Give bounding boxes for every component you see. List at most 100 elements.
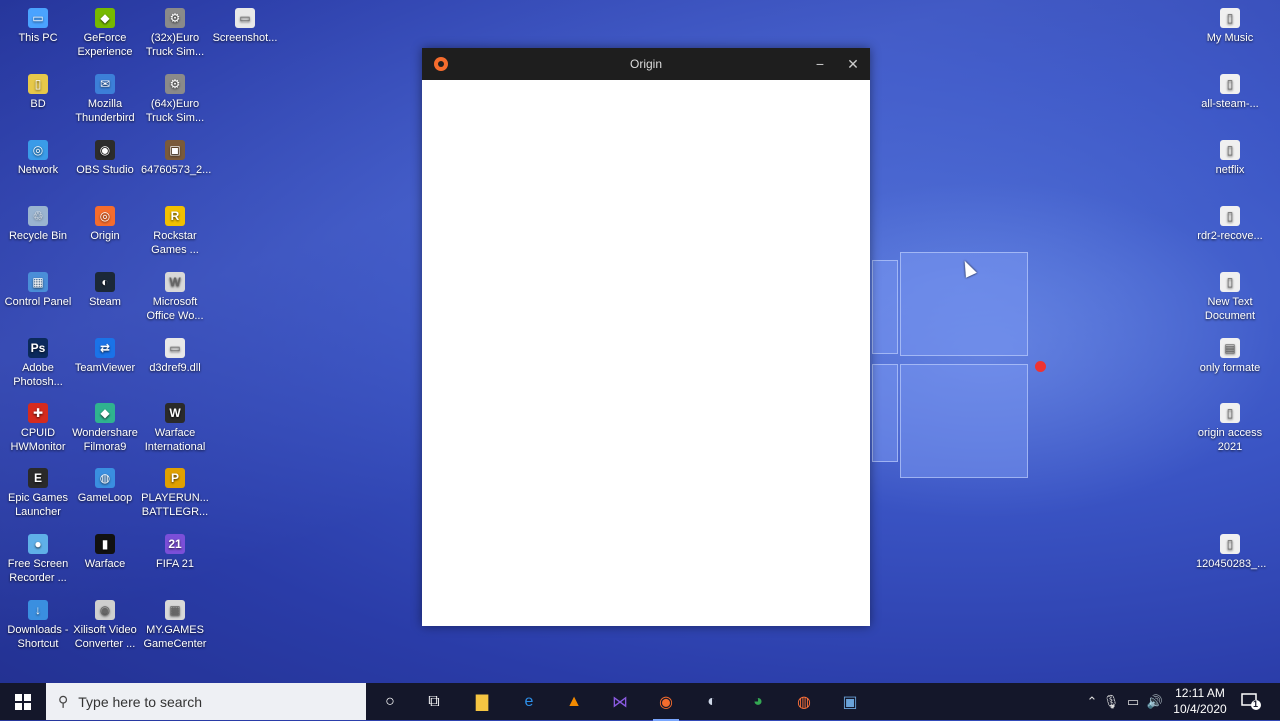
- recording-indicator-icon: [1035, 361, 1046, 372]
- desktop-icon-label: Adobe Photosh...: [13, 362, 63, 388]
- desktop-icon[interactable]: ◐ Steam: [71, 272, 139, 309]
- desktop-icon[interactable]: W Warface International: [141, 403, 209, 454]
- taskbar-task-view-icon[interactable]: ⧉: [421, 689, 447, 715]
- desktop-icon[interactable]: ▭ d3dref9.dll: [141, 338, 209, 375]
- app-icon: ●: [28, 534, 48, 554]
- taskbar-vlc-icon[interactable]: ▲: [561, 689, 587, 715]
- desktop-icon[interactable]: ▤ only formate: [1196, 338, 1264, 375]
- desktop-icon[interactable]: ◆ Wondershare Filmora9: [71, 403, 139, 454]
- notification-count: 1: [1253, 699, 1259, 709]
- desktop-icon[interactable]: ▯ 120450283_...: [1196, 534, 1266, 571]
- system-tray: ⌃ 🎙 ▭ 🔊: [1084, 683, 1166, 720]
- taskbar-file-explorer-icon[interactable]: ▇: [469, 689, 495, 715]
- microphone-icon[interactable]: 🎙: [1100, 694, 1122, 710]
- desktop-icon-label: Mozilla Thunderbird: [75, 98, 135, 124]
- desktop-icon[interactable]: ⚙ (32x)Euro Truck Sim...: [141, 8, 209, 59]
- window-title: Origin: [629, 57, 662, 71]
- desktop-icon[interactable]: ▯ origin access 2021: [1196, 403, 1264, 454]
- taskbar-origin-icon[interactable]: ◉: [653, 689, 679, 721]
- chevron-up-icon[interactable]: ⌃: [1084, 694, 1100, 710]
- desktop-icon-label: Steam: [89, 296, 121, 308]
- app-icon: P: [165, 468, 185, 488]
- desktop-icon[interactable]: ◉ Xilisoft Video Converter ...: [71, 600, 139, 651]
- desktop-icon-label: CPUID HWMonitor: [10, 427, 66, 453]
- desktop-icon[interactable]: 21 FIFA 21: [141, 534, 209, 571]
- desktop-icon[interactable]: ▯ netflix: [1196, 140, 1264, 177]
- taskbar-toolbox-icon[interactable]: ▣: [837, 689, 863, 715]
- minimize-button[interactable]: −: [808, 52, 832, 76]
- taskbar-clock[interactable]: 12:11 AM 10/4/2020: [1168, 685, 1232, 717]
- app-icon: ▯: [1220, 140, 1240, 160]
- action-center-button[interactable]: 1: [1240, 691, 1262, 711]
- desktop-icon-label: New Text Document: [1204, 296, 1256, 322]
- desktop-icon[interactable]: E Epic Games Launcher: [4, 468, 72, 519]
- desktop-icon[interactable]: ◉ OBS Studio: [71, 140, 139, 177]
- app-icon: ✉: [95, 74, 115, 94]
- desktop-icon-label: d3dref9.dll: [149, 362, 201, 374]
- desktop-icon[interactable]: ▭ Screenshot...: [211, 8, 279, 45]
- app-icon: ◎: [28, 140, 48, 160]
- origin-window[interactable]: Origin − ✕: [422, 48, 870, 626]
- taskbar-chrome-icon[interactable]: ◕: [745, 689, 771, 715]
- desktop-icon[interactable]: W Microsoft Office Wo...: [141, 272, 209, 323]
- desktop-icon[interactable]: ✉ Mozilla Thunderbird: [71, 74, 139, 125]
- network-icon[interactable]: ▭: [1122, 694, 1144, 710]
- desktop-icon[interactable]: ◆ GeForce Experience: [71, 8, 139, 59]
- app-icon: W: [165, 403, 185, 423]
- taskbar-search-box[interactable]: ⚲ Type here to search: [46, 683, 366, 720]
- desktop-icon[interactable]: ↓ Downloads - Shortcut: [4, 600, 72, 651]
- desktop-icon[interactable]: P PLAYERUN... BATTLEGR...: [141, 468, 209, 519]
- desktop-icon[interactable]: ⇄ TeamViewer: [71, 338, 139, 375]
- desktop-icon[interactable]: Ps Adobe Photosh...: [4, 338, 72, 389]
- desktop-icon-label: (32x)Euro Truck Sim...: [145, 32, 205, 58]
- app-icon: ◐: [95, 272, 115, 292]
- desktop-icon[interactable]: ♲ Recycle Bin: [4, 206, 72, 243]
- desktop-icon[interactable]: ▭ This PC: [4, 8, 72, 45]
- desktop-icon[interactable]: ◎ Origin: [71, 206, 139, 243]
- desktop-icon[interactable]: ▮ Warface: [71, 534, 139, 571]
- close-button[interactable]: ✕: [841, 52, 865, 76]
- taskbar-cortana-icon[interactable]: ○: [377, 689, 403, 715]
- app-icon: ◆: [95, 403, 115, 423]
- start-button[interactable]: [0, 683, 46, 720]
- desktop-icon[interactable]: ● Free Screen Recorder ...: [4, 534, 72, 585]
- desktop-icon-label: MY.GAMES GameCenter: [143, 624, 207, 650]
- desktop-icon[interactable]: ✚ CPUID HWMonitor: [4, 403, 72, 454]
- app-icon: ⚙: [165, 8, 185, 28]
- desktop-icon[interactable]: ◍ GameLoop: [71, 468, 139, 505]
- desktop-icon[interactable]: ▣ 64760573_2...: [141, 140, 212, 177]
- desktop-icon[interactable]: ▦ Control Panel: [4, 272, 72, 309]
- desktop-icon[interactable]: ▯ My Music: [1196, 8, 1264, 45]
- app-icon: ▯: [1220, 8, 1240, 28]
- volume-icon[interactable]: 🔊: [1144, 694, 1166, 710]
- app-icon: ▤: [1220, 338, 1240, 358]
- desktop-icon[interactable]: ▯ all-steam-...: [1196, 74, 1264, 111]
- taskbar-visual-studio-icon[interactable]: ⋈: [607, 689, 633, 715]
- notification-icon: [1241, 693, 1261, 710]
- desktop-icon[interactable]: ▦ MY.GAMES GameCenter: [141, 600, 209, 651]
- desktop-icon-label: PLAYERUN... BATTLEGR...: [141, 492, 209, 518]
- app-icon: ◉: [95, 600, 115, 620]
- desktop-icon-label: Control Panel: [4, 296, 72, 308]
- desktop-icon[interactable]: ◎ Network: [4, 140, 72, 177]
- desktop-icon[interactable]: ▯ rdr2-recove...: [1196, 206, 1264, 243]
- taskbar-edge-icon[interactable]: e: [516, 689, 542, 715]
- desktop-icon-label: Network: [17, 164, 59, 176]
- taskbar-firefox-icon[interactable]: ◍: [791, 689, 817, 715]
- app-icon: ♲: [28, 206, 48, 226]
- desktop-icon-label: rdr2-recove...: [1197, 230, 1263, 242]
- taskbar: ⚲ Type here to search ○ ⧉ ▇ e ▲ ⋈ ◉ ◐ ◕ ◍ ▣ ⌃ 🎙 ▭ …: [0, 683, 1280, 721]
- app-icon: ▯: [1220, 272, 1240, 292]
- app-icon: ▦: [28, 272, 48, 292]
- window-titlebar[interactable]: Origin − ✕: [422, 48, 870, 80]
- desktop-icon[interactable]: ▯ BD: [4, 74, 72, 111]
- desktop-icon-label: TeamViewer: [74, 362, 136, 374]
- app-icon: ◉: [95, 140, 115, 160]
- desktop-icon[interactable]: R Rockstar Games ...: [141, 206, 209, 257]
- desktop-icon[interactable]: ▯ New Text Document: [1196, 272, 1264, 323]
- desktop-icon-label: 64760573_2...: [141, 164, 212, 176]
- desktop-icon-label: all-steam-...: [1201, 98, 1259, 110]
- taskbar-steam-icon[interactable]: ◐: [699, 689, 725, 715]
- desktop-icon-label: FIFA 21: [156, 558, 194, 570]
- desktop-icon[interactable]: ⚙ (64x)Euro Truck Sim...: [141, 74, 209, 125]
